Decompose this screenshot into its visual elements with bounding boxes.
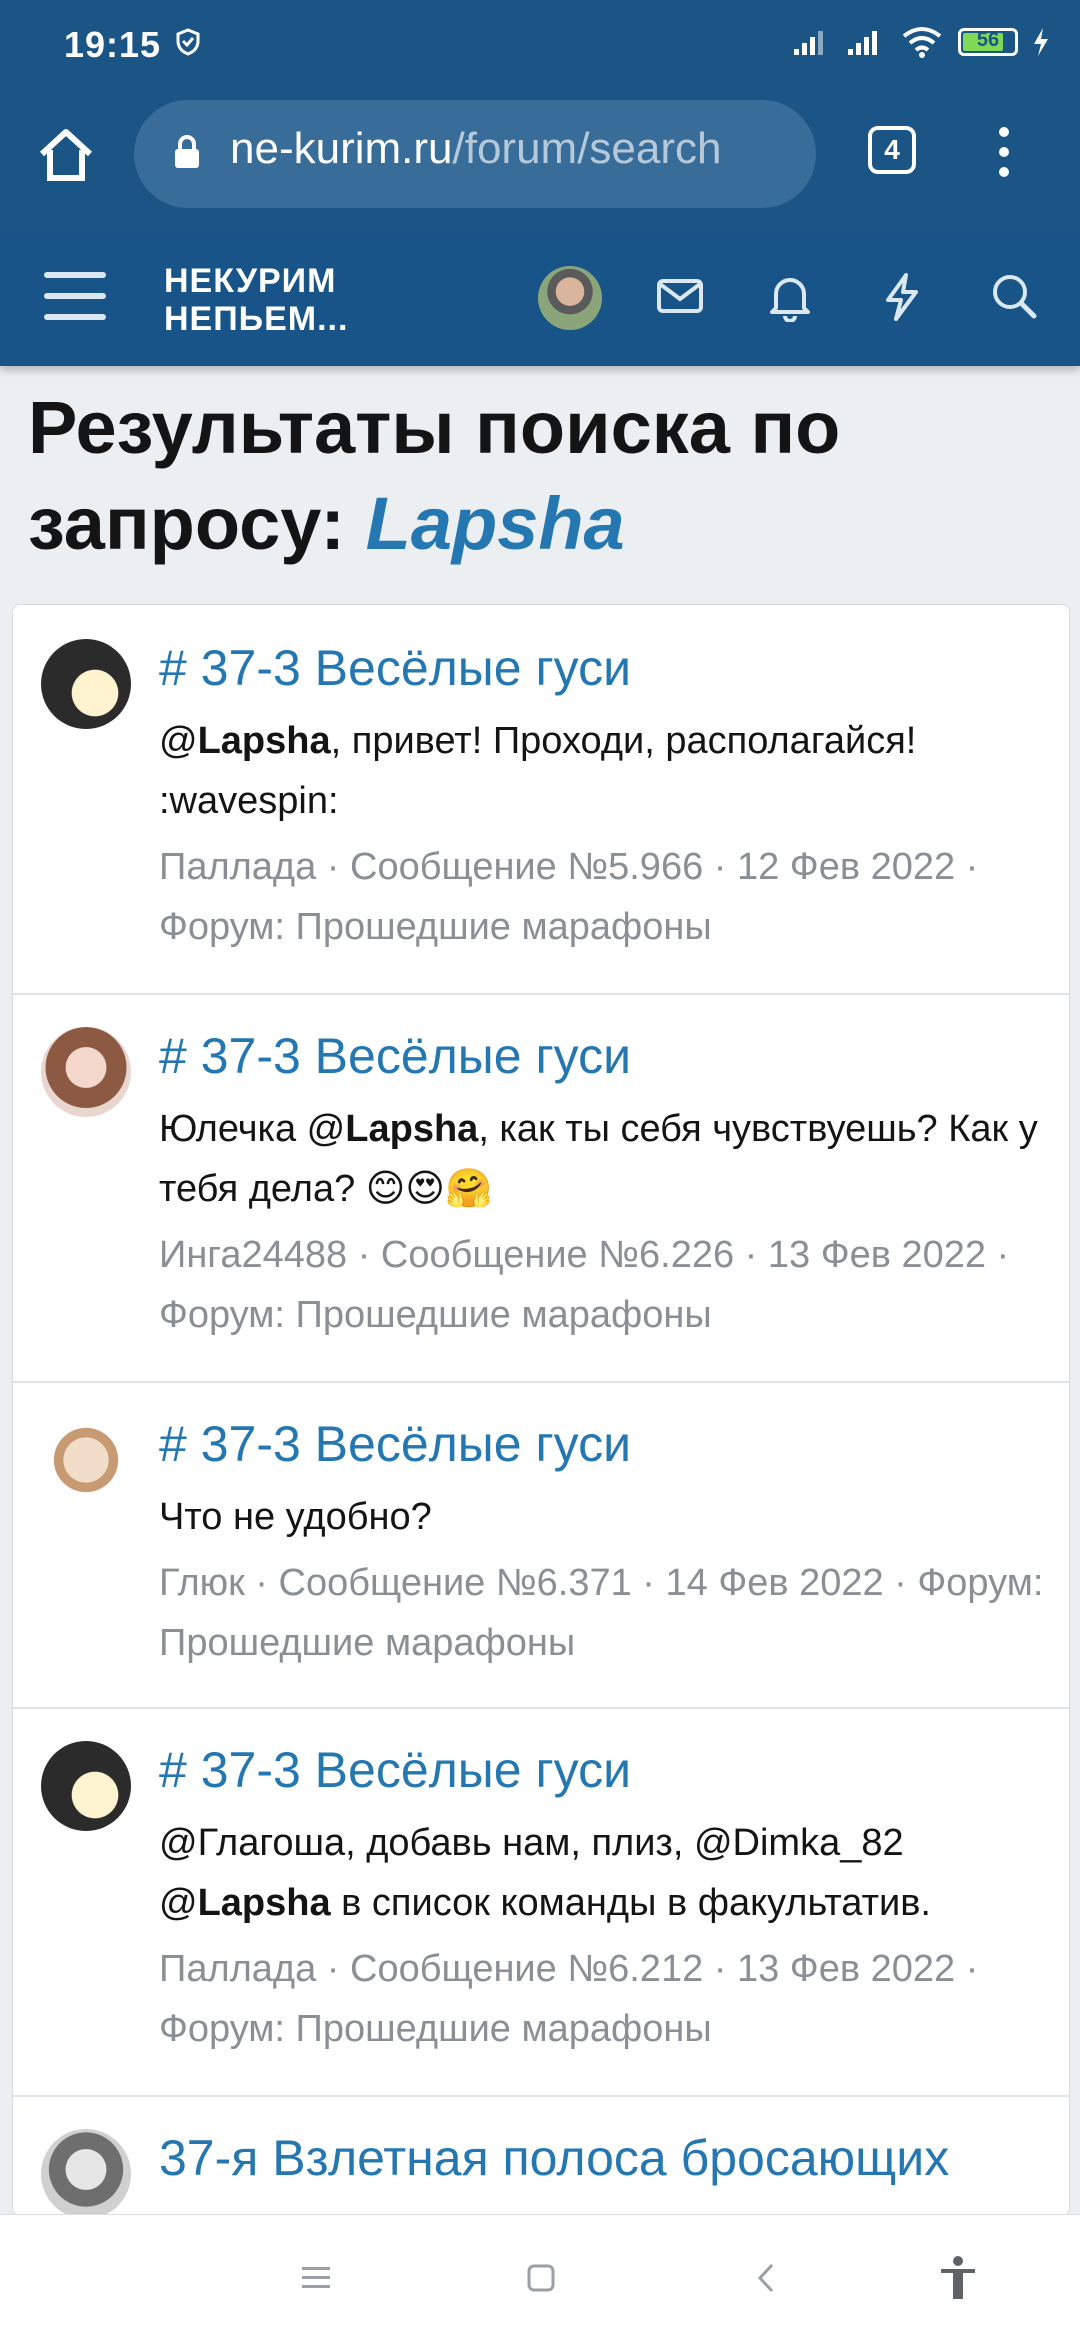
result-title[interactable]: # 37-3 Весёлые гуси [159, 1741, 631, 1799]
home-icon[interactable] [36, 126, 96, 184]
lock-icon [175, 135, 199, 168]
search-results: # 37-3 Весёлые гуси @Lapsha, привет! Про… [12, 604, 1070, 2216]
avatar[interactable] [41, 1415, 131, 1505]
avatar[interactable] [41, 639, 131, 729]
home-nav-icon[interactable] [526, 2263, 556, 2293]
list-item[interactable]: # 37-3 Весёлые гуси Что не удобно? Глюк … [13, 1381, 1069, 1709]
mail-icon[interactable] [656, 272, 704, 320]
clock: 19:15 [64, 24, 162, 65]
result-meta: Инга24488 · Сообщение №6.226 · 13 Фев 20… [159, 1234, 1010, 1336]
result-snippet: Юлечка @Lapsha, как ты себя чувствуешь? … [159, 1108, 1038, 1210]
recents-icon[interactable] [300, 2265, 332, 2291]
system-nav-bar [0, 2214, 1080, 2341]
result-snippet: @Глагоша, добавь нам, плиз, @Dimka_82 @L… [159, 1822, 931, 1924]
accessibility-icon[interactable] [938, 2255, 978, 2301]
result-meta: Паллада · Сообщение №6.212 · 13 Фев 2022… [159, 1948, 979, 2050]
result-snippet: Что не удобно? [159, 1496, 432, 1538]
avatar[interactable] [41, 1741, 131, 1831]
address-bar[interactable]: ne-kurim.ru/forum/search [134, 100, 816, 208]
signal-icon [794, 31, 823, 55]
result-title[interactable]: # 37-3 Весёлые гуси [159, 639, 631, 697]
page-title: Результаты поиска по запросу: Lapsha [28, 386, 841, 565]
site-header: НЕКУРИМ НЕПЬЕМ... [0, 232, 1080, 366]
avatar[interactable] [538, 266, 602, 330]
back-icon[interactable] [754, 2261, 778, 2295]
more-icon[interactable] [994, 126, 1014, 178]
result-title[interactable]: # 37-3 Весёлые гуси [159, 1415, 631, 1473]
result-snippet: @Lapsha, привет! Проходи, располагайся! … [159, 720, 917, 822]
url-text: ne-kurim.ru/forum/search [230, 124, 722, 173]
status-bar: 19:15 56 [0, 0, 1080, 96]
list-item[interactable]: # 37-3 Весёлые гуси @Lapsha, привет! Про… [13, 605, 1069, 995]
battery-icon: 56 [958, 28, 1018, 56]
browser-toolbar: ne-kurim.ru/forum/search 4 [0, 96, 1080, 232]
search-icon[interactable] [990, 272, 1038, 320]
avatar[interactable] [41, 2129, 131, 2215]
list-item[interactable]: # 37-3 Весёлые гуси Юлечка @Lapsha, как … [13, 993, 1069, 1383]
signal-icon [848, 31, 877, 55]
list-item[interactable]: # 37-3 Весёлые гуси @Глагоша, добавь нам… [13, 1707, 1069, 2097]
wifi-icon [902, 27, 942, 58]
tabs-icon[interactable]: 4 [868, 126, 916, 174]
bolt-icon[interactable] [880, 272, 924, 322]
status-icons: 56 [792, 26, 1050, 58]
result-meta: Паллада · Сообщение №5.966 · 12 Фев 2022… [159, 846, 979, 948]
bell-icon[interactable] [766, 272, 814, 322]
list-item[interactable]: 37-я Взлетная полоса бросающих [13, 2095, 1069, 2215]
search-query: Lapsha [365, 482, 625, 565]
result-meta: Глюк · Сообщение №6.371 · 14 Фев 2022 · … [159, 1562, 1044, 1664]
charging-icon [1034, 28, 1048, 56]
site-logo[interactable]: НЕКУРИМ НЕПЬЕМ... [164, 262, 348, 338]
result-title[interactable]: 37-я Взлетная полоса бросающих [159, 2129, 949, 2187]
result-title[interactable]: # 37-3 Весёлые гуси [159, 1027, 631, 1085]
avatar[interactable] [41, 1027, 131, 1117]
menu-icon[interactable] [44, 270, 106, 322]
shield-icon [176, 28, 200, 56]
